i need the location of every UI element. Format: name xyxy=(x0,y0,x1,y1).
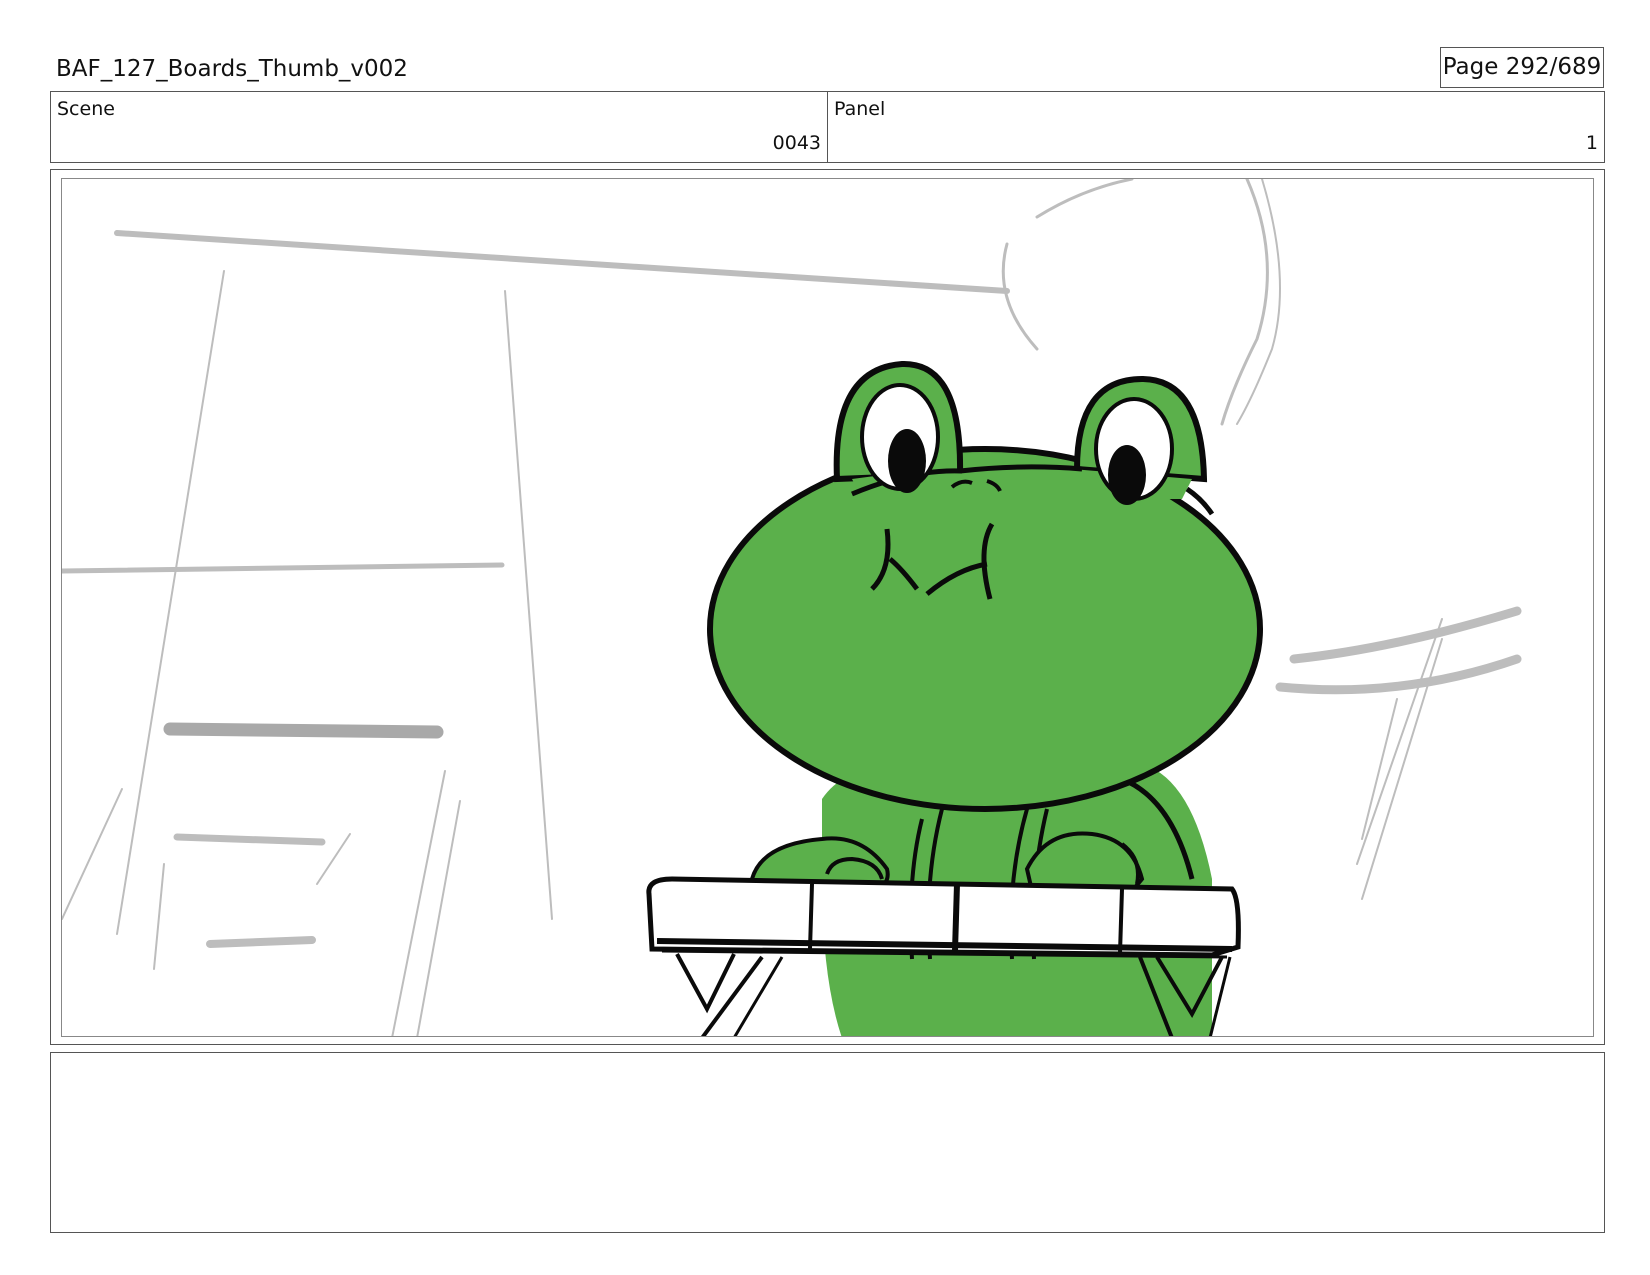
panel-label: Panel xyxy=(834,98,886,120)
scene-cell: Scene 0043 xyxy=(51,92,827,162)
panel-number: 1 xyxy=(1585,132,1598,154)
storyboard-panel xyxy=(61,178,1594,1037)
frog-head xyxy=(707,360,1263,812)
scene-panel-info: Scene 0043 Panel 1 xyxy=(50,91,1605,163)
panel-cell: Panel 1 xyxy=(827,92,1604,162)
document-title: BAF_127_Boards_Thumb_v002 xyxy=(56,56,408,82)
scene-number: 0043 xyxy=(772,132,821,154)
storyboard-drawing xyxy=(62,179,1522,1036)
page-number: Page 292/689 xyxy=(1440,47,1604,88)
scene-label: Scene xyxy=(57,98,115,120)
panel-notes xyxy=(50,1052,1605,1233)
